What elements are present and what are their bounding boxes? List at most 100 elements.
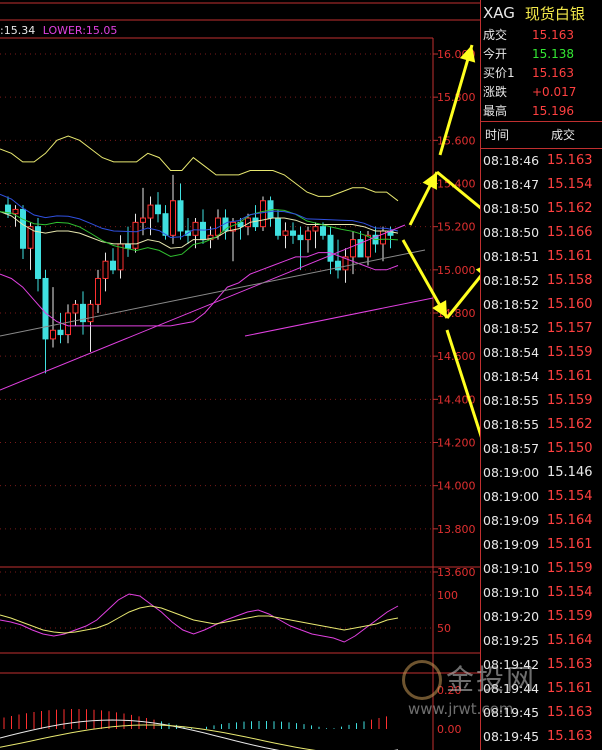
trade-time: 08:18:52 <box>483 321 540 336</box>
trade-row[interactable]: 08:18:50 15.162 <box>481 197 602 221</box>
trade-price: 15.163 <box>547 153 593 168</box>
trade-header-deal: 成交 <box>551 128 576 142</box>
trade-time: 08:19:09 <box>483 513 540 528</box>
trade-time: 08:19:45 <box>483 729 540 744</box>
trade-row[interactable]: 08:18:52 15.158 <box>481 269 602 293</box>
watermark-brand: 金投网 <box>446 663 537 696</box>
trade-row[interactable]: 08:19:20 15.159 <box>481 605 602 629</box>
candle-body <box>65 312 71 336</box>
trade-row[interactable]: 08:18:54 15.159 <box>481 341 602 365</box>
candle-body <box>87 303 94 323</box>
quote-row: 买价1 15.163 <box>481 64 602 83</box>
candle-body <box>57 329 64 336</box>
trade-row[interactable]: 08:18:51 15.161 <box>481 245 602 269</box>
watermark: 金投网 www.jrwt.com <box>380 648 550 728</box>
candle-body <box>125 243 131 249</box>
symbol-code: XAG <box>483 4 515 22</box>
trade-time: 08:18:50 <box>483 201 540 216</box>
candlestick-chart[interactable]: 16.00015.80015.60015.40015.20015.00014.8… <box>0 0 480 750</box>
candle-body <box>297 234 304 241</box>
candle-body <box>312 226 319 232</box>
watermark-url: www.jrwt.com <box>408 700 514 718</box>
trade-row[interactable]: 08:18:50 15.166 <box>481 221 602 245</box>
quote-label: 成交 <box>483 28 508 42</box>
osc-tick-label: 100 <box>437 589 458 602</box>
candle-body <box>327 234 334 262</box>
trade-price: 15.160 <box>547 297 593 312</box>
trade-time: 08:19:10 <box>483 585 540 600</box>
candle-body <box>162 213 169 236</box>
quote-value: 15.196 <box>532 104 574 118</box>
candle-body <box>12 208 19 215</box>
trade-price: 15.159 <box>547 393 593 408</box>
trendline-grey <box>0 249 426 337</box>
trade-time: 08:19:00 <box>483 465 540 480</box>
y-tick-label: 14.200 <box>437 437 476 450</box>
trade-row[interactable]: 08:19:10 15.159 <box>481 557 602 581</box>
macd-signal-line <box>0 724 316 750</box>
trade-time: 08:18:52 <box>483 297 540 312</box>
trade-price: 15.154 <box>547 585 593 600</box>
trade-time: 08:18:50 <box>483 225 540 240</box>
y-tick-label: 15.200 <box>437 221 476 234</box>
trade-time: 08:18:52 <box>483 273 540 288</box>
trade-price: 15.159 <box>547 561 593 576</box>
candle-body <box>72 303 79 314</box>
trade-price: 15.159 <box>547 345 593 360</box>
trade-row[interactable]: 08:19:00 15.154 <box>481 485 602 509</box>
indicator-readout: :15.34 LOWER:15.05 <box>0 24 117 37</box>
trade-row[interactable]: 08:18:57 15.150 <box>481 437 602 461</box>
upper-band-line <box>0 135 399 202</box>
trade-time: 08:18:57 <box>483 441 540 456</box>
trade-row[interactable]: 08:18:55 15.159 <box>481 389 602 413</box>
quote-label: 买价1 <box>483 66 515 80</box>
trade-time: 08:19:10 <box>483 561 540 576</box>
symbol-name: 现货白银 <box>524 4 585 23</box>
osc-tick-label: 50 <box>437 622 451 635</box>
trade-row[interactable]: 08:18:46 15.163 <box>481 149 602 173</box>
trade-row[interactable]: 08:19:45 15.163 <box>481 725 602 749</box>
candle-body <box>50 329 56 340</box>
candle-body <box>282 230 289 236</box>
panel-header: XAG 现货白银 <box>481 0 602 26</box>
candle-body <box>177 200 184 232</box>
trade-time: 08:18:54 <box>483 345 540 360</box>
candle-body <box>305 230 311 241</box>
trade-row[interactable]: 08:19:09 15.161 <box>481 533 602 557</box>
candle-body <box>365 234 371 258</box>
candle-body <box>35 226 41 279</box>
trade-price: 15.166 <box>547 225 593 240</box>
trade-row[interactable]: 08:19:10 15.154 <box>481 581 602 605</box>
trade-header: 时间 成交 <box>481 121 602 149</box>
chart-area[interactable]: 16.00015.80015.60015.40015.20015.00014.8… <box>0 0 480 750</box>
trade-price: 15.161 <box>547 249 593 264</box>
trade-row[interactable]: 08:18:47 15.154 <box>481 173 602 197</box>
quote-value: 15.163 <box>532 28 574 42</box>
trade-row[interactable]: 08:19:00 15.146 <box>481 461 602 485</box>
y-tick-label: 13.800 <box>437 523 476 536</box>
trade-time: 08:18:54 <box>483 369 540 384</box>
candle-body <box>350 239 356 258</box>
trade-row[interactable]: 08:18:55 15.162 <box>481 413 602 437</box>
quote-value: +0.017 <box>532 85 577 99</box>
candle-body <box>192 221 199 236</box>
trade-row[interactable]: 08:18:52 15.160 <box>481 293 602 317</box>
trade-price: 15.150 <box>547 441 593 456</box>
trade-price: 15.146 <box>547 465 593 480</box>
trade-price: 15.163 <box>547 729 593 744</box>
trade-time: 08:18:46 <box>483 153 540 168</box>
trendline-lower <box>244 297 434 337</box>
trade-price: 15.154 <box>547 177 593 192</box>
trade-price: 15.157 <box>547 321 593 336</box>
trade-time: 08:19:00 <box>483 489 540 504</box>
quote-row: 涨跌 +0.017 <box>481 83 602 102</box>
quote-value: 15.163 <box>532 66 574 80</box>
trade-row[interactable]: 08:19:09 15.164 <box>481 509 602 533</box>
trade-row[interactable]: 08:18:52 15.157 <box>481 317 602 341</box>
trade-price: 15.158 <box>547 273 593 288</box>
candle-body <box>320 226 326 236</box>
trade-row[interactable]: 08:18:54 15.161 <box>481 365 602 389</box>
candle-body <box>110 260 116 271</box>
candle-body <box>140 217 146 223</box>
y-tick-label: 13.600 <box>437 566 476 579</box>
